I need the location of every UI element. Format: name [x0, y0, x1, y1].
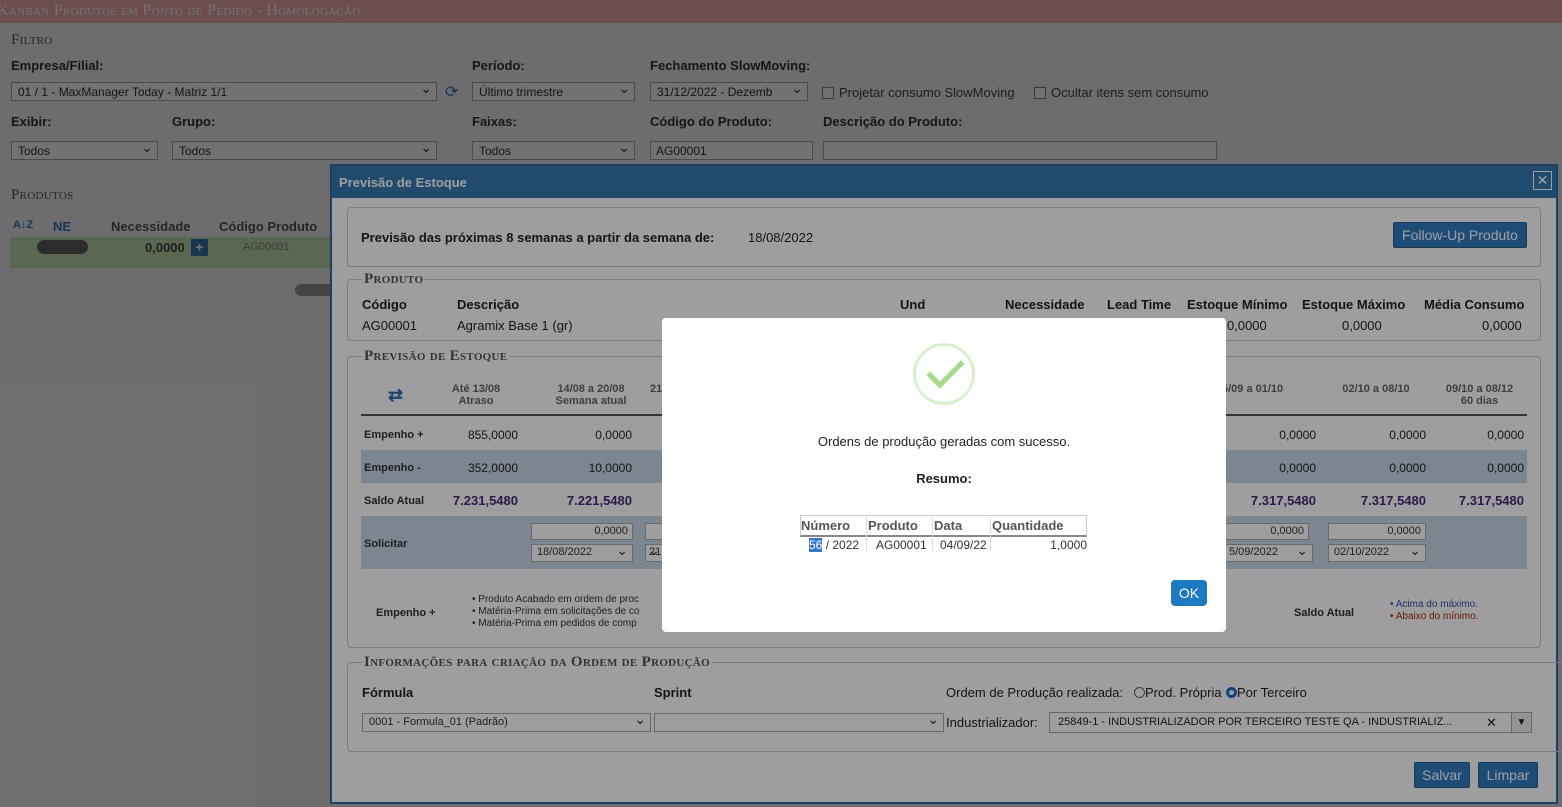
col-divider [990, 515, 991, 551]
resumo-numero-selected: 56 [809, 538, 823, 552]
dialog-message: Ordens de produção geradas com sucesso. [817, 434, 1071, 449]
resumo-quantidade: 1,0000 [1050, 538, 1087, 552]
resumo-hdr-numero: Número [801, 518, 851, 533]
resumo-hdr-quantidade: Quantidade [992, 518, 1064, 533]
resumo-hdr-produto: Produto [868, 518, 918, 533]
success-check-icon [913, 343, 975, 405]
resumo-numero: 56 / 2022 [809, 538, 859, 552]
resumo-produto: AG00001 [876, 538, 927, 552]
resumo-numero-rest: / 2022 [825, 538, 860, 552]
dialog-resumo: Resumo: [916, 471, 972, 486]
resumo-hdr-data: Data [934, 518, 963, 533]
ok-button[interactable]: OK [1171, 580, 1207, 606]
col-divider [932, 515, 933, 551]
resumo-data: 04/09/22 [940, 538, 987, 552]
success-dialog: Ordens de produção geradas com sucesso. … [662, 318, 1226, 632]
col-divider [866, 515, 867, 551]
